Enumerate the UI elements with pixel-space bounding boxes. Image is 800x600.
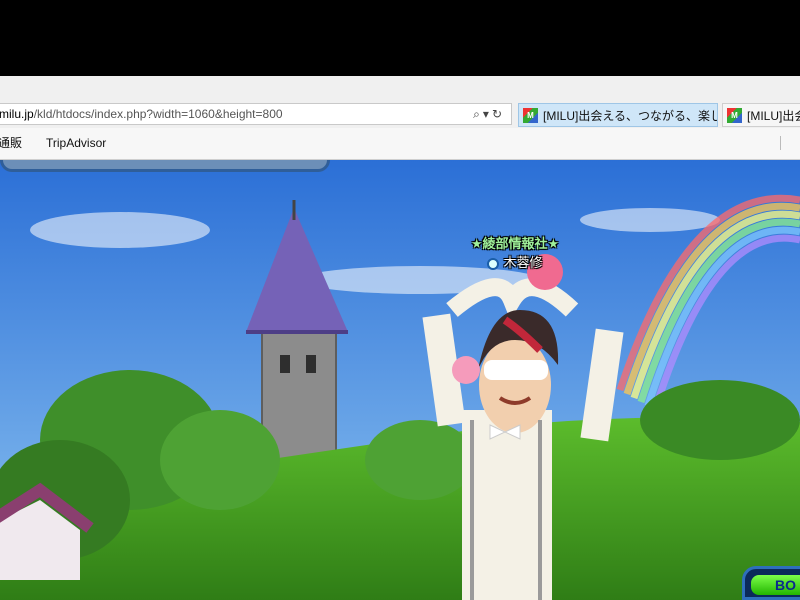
tab-milu-active[interactable]: M [MILU]出会える、つながる、楽しめ... bbox=[518, 103, 718, 127]
favorites-overflow-icon[interactable] bbox=[780, 136, 793, 150]
address-domain: milu.jp bbox=[0, 107, 34, 121]
milu-favicon-icon: M bbox=[523, 108, 538, 123]
player-status-icon bbox=[487, 257, 500, 270]
player-name: 木蓉修 bbox=[503, 255, 543, 270]
favorite-tripadvisor[interactable]: TripAdvisor bbox=[46, 128, 106, 159]
screen-letterbox bbox=[0, 0, 800, 76]
guild-name: ★綾部情報社★ bbox=[470, 236, 560, 251]
game-top-panel-edge bbox=[0, 160, 330, 172]
dropdown-icon[interactable]: ▾ bbox=[483, 107, 492, 121]
tab-label: [MILU]出会える、つながる、楽しめ... bbox=[543, 109, 717, 123]
address-icons: ⌕▾↻ bbox=[473, 104, 505, 124]
address-url: milu.jp/kld/htdocs/index.php?width=1060&… bbox=[0, 104, 283, 124]
player-name-row: 木蓉修 bbox=[460, 252, 570, 271]
search-icon[interactable]: ⌕ bbox=[473, 107, 483, 121]
milu-favicon-icon: M bbox=[727, 108, 742, 123]
game-bottom-button[interactable]: BO bbox=[742, 566, 800, 600]
address-path: /kld/htdocs/index.php?width=1060&height=… bbox=[33, 107, 283, 121]
game-bottom-button-label: BO bbox=[751, 575, 800, 595]
refresh-icon[interactable]: ↻ bbox=[492, 107, 505, 121]
favorites-bar: 通販 TripAdvisor bbox=[0, 128, 800, 160]
browser-chrome: milu.jp/kld/htdocs/index.php?width=1060&… bbox=[0, 76, 800, 160]
game-scene bbox=[0, 160, 800, 600]
tab-milu-second[interactable]: M [MILU]出会 bbox=[722, 103, 800, 127]
address-bar[interactable]: milu.jp/kld/htdocs/index.php?width=1060&… bbox=[0, 103, 512, 125]
tab-label: [MILU]出会 bbox=[747, 109, 800, 123]
favorite-shopping[interactable]: 通販 bbox=[0, 128, 22, 159]
navigation-row: milu.jp/kld/htdocs/index.php?width=1060&… bbox=[0, 76, 800, 128]
character-name-tag[interactable]: ★綾部情報社★ 木蓉修 bbox=[460, 233, 570, 271]
game-viewport[interactable] bbox=[0, 160, 800, 600]
